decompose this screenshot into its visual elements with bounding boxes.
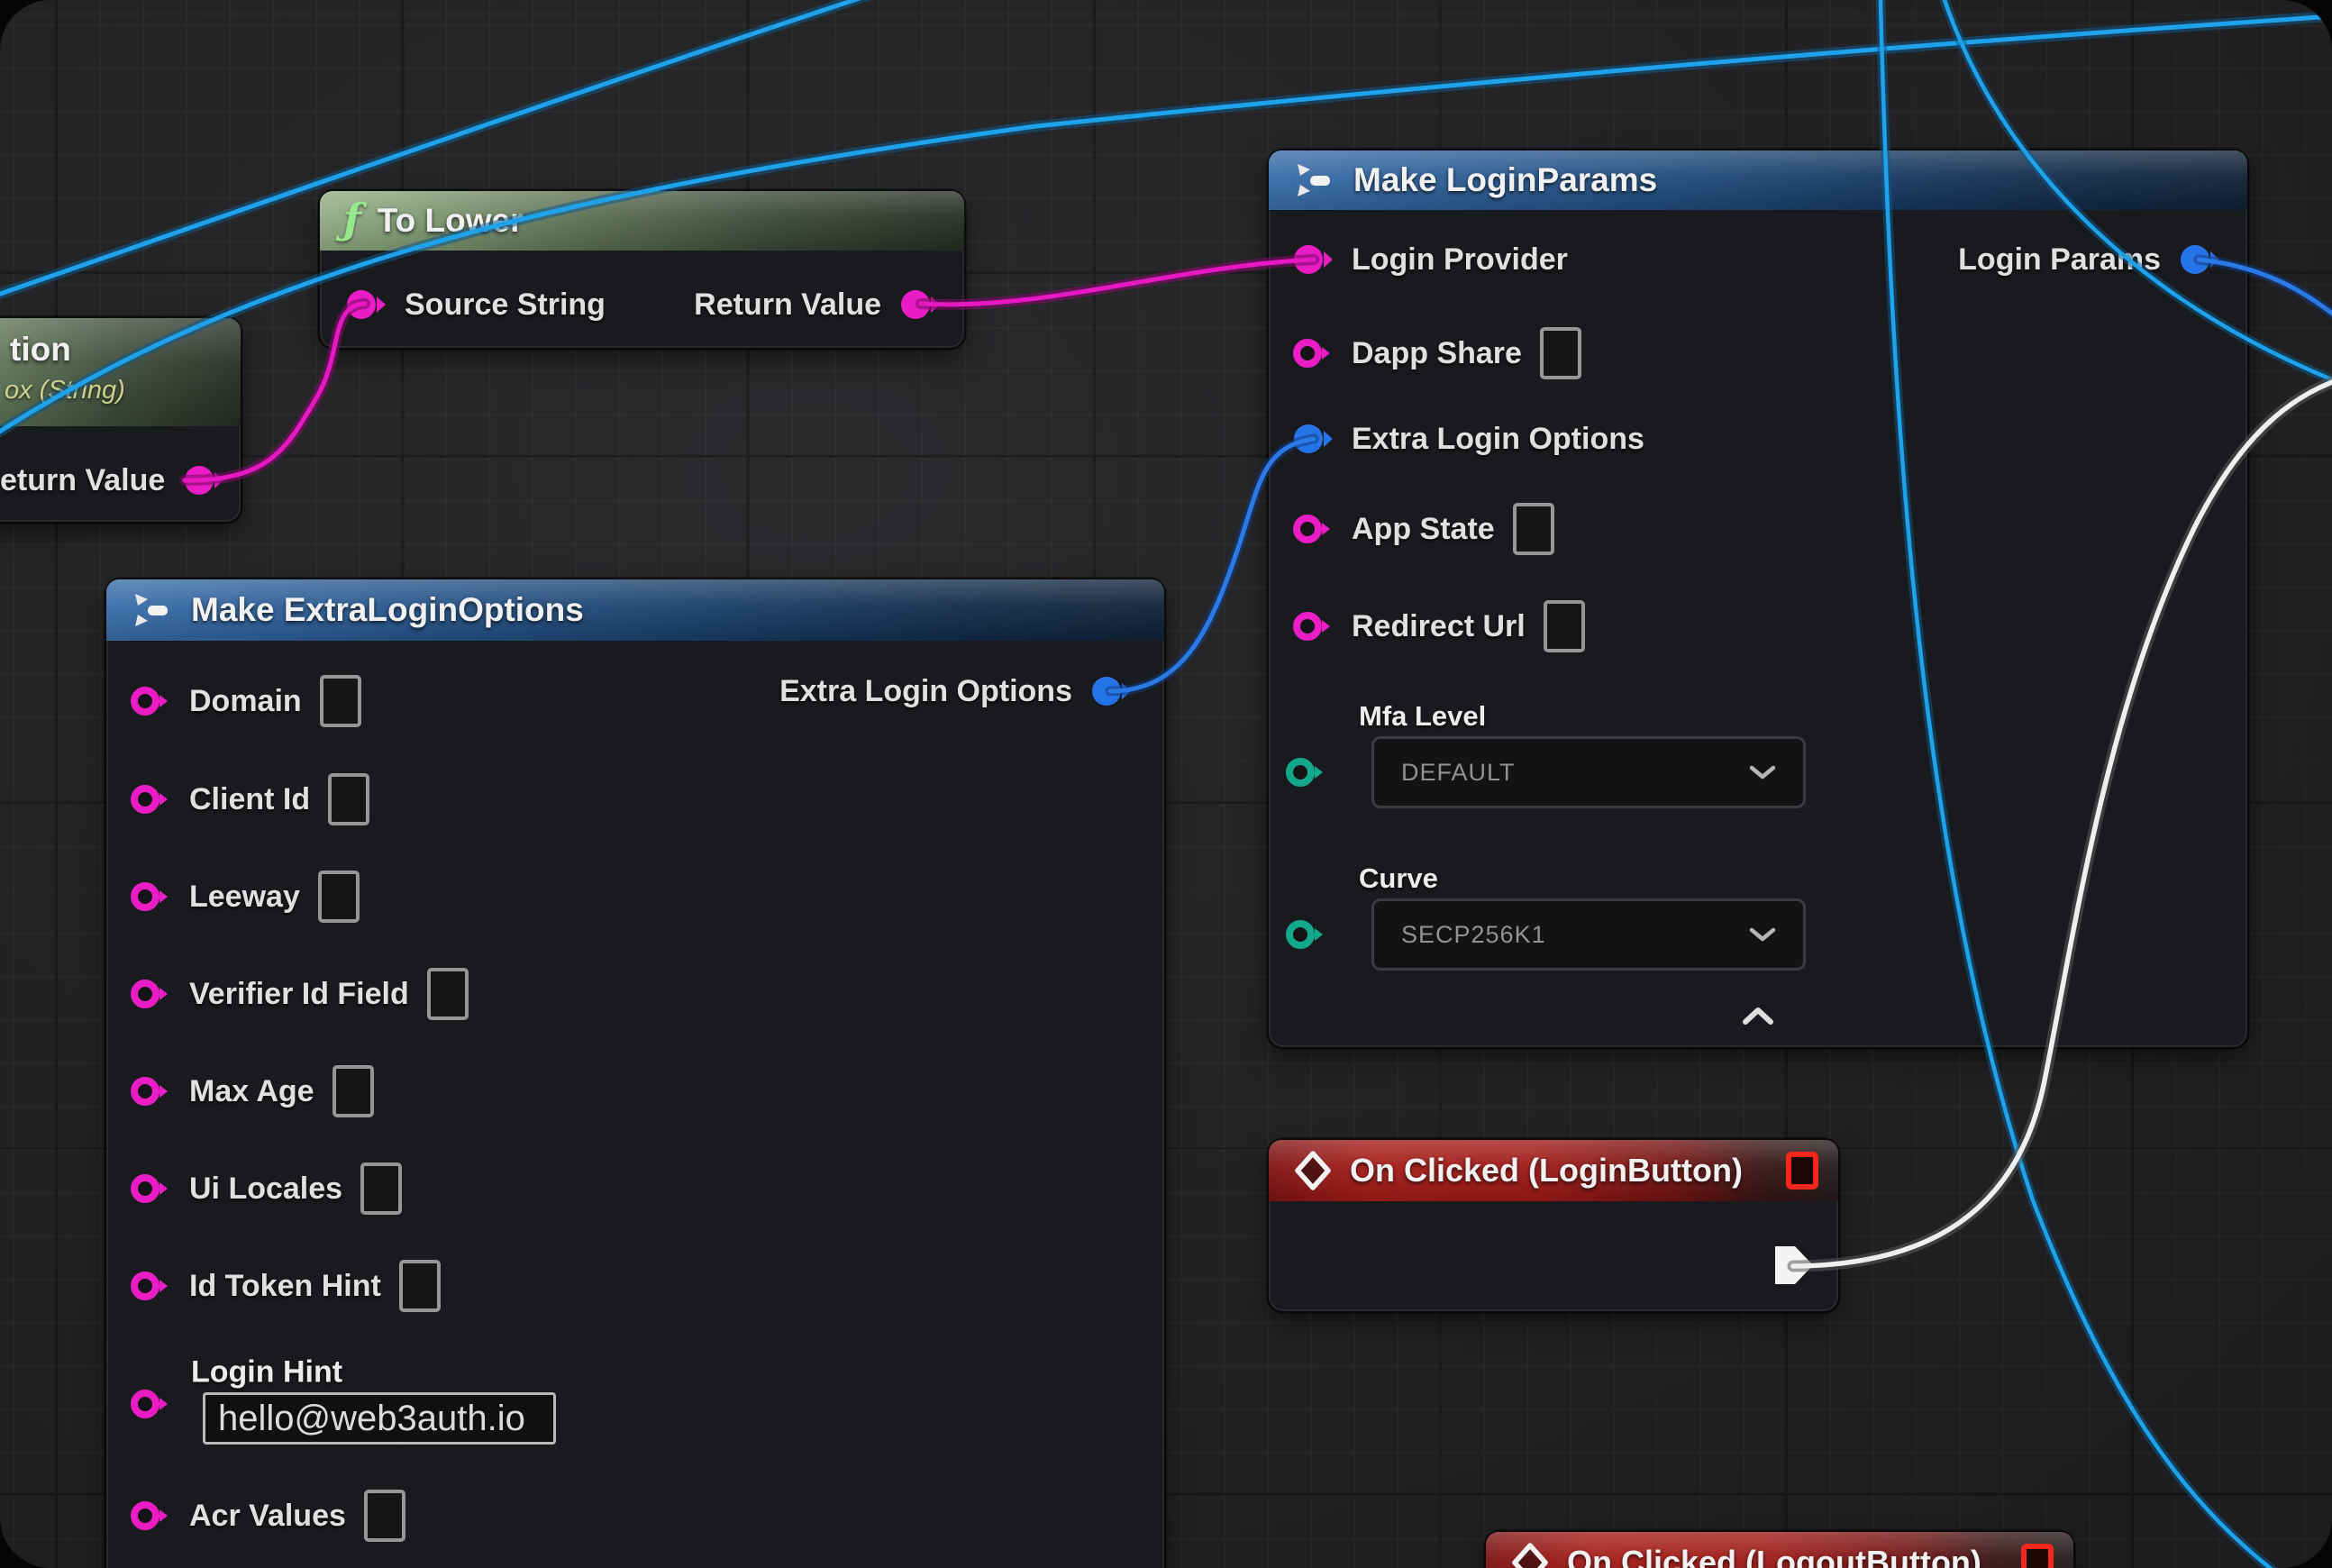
node-subtitle: ox (String) [5,376,125,406]
verifier-id-field-pin[interactable] [130,976,171,1012]
collapse-node-button[interactable] [1740,1005,1776,1031]
app-state-value-field[interactable] [1513,503,1554,555]
node-title: tion [10,331,71,369]
node-on-clicked-logout-button[interactable]: On Clicked (LogoutButton) [1486,1532,2073,1568]
extra-login-options-output-pin[interactable] [1090,673,1132,709]
chevron-down-icon [1749,926,1776,943]
redirect-url-pin[interactable] [1292,608,1334,644]
return-value-pin[interactable] [183,462,224,498]
node-make-extra-login-options-header[interactable]: Make ExtraLoginOptions [106,579,1164,641]
pin-label: Extra Login Options [1352,422,1644,457]
verifier-id-field-value-field[interactable] [427,968,469,1020]
acr-values-value-field[interactable] [364,1490,405,1542]
node-title: To Lower [378,202,524,240]
node-partial-function-header[interactable]: tion ox (String) [0,318,241,426]
event-icon [1292,1150,1334,1191]
pin-label: Dapp Share [1352,336,1522,371]
leeway-pin[interactable] [130,879,171,915]
ui-locales-pin[interactable] [130,1171,171,1207]
client-id-value-field[interactable] [328,773,369,825]
pin-label: Return Value [694,287,881,323]
domain-pin[interactable] [130,683,171,719]
mfa-level-pin[interactable] [1285,754,1326,790]
chevron-down-icon [1749,764,1776,780]
function-icon: ƒ [343,198,361,240]
node-to-lower[interactable]: ƒ To Lower Source String Return Value [320,191,964,348]
dapp-share-pin[interactable] [1292,335,1334,371]
pin-label: Verifier Id Field [189,977,409,1012]
mfa-level-dropdown[interactable]: DEFAULT [1371,736,1806,808]
node-on-clicked-login-button[interactable]: On Clicked (LoginButton) [1269,1140,1838,1311]
dapp-share-value-field[interactable] [1540,327,1581,379]
node-to-lower-header[interactable]: ƒ To Lower [320,191,964,251]
exec-output-pin[interactable] [1775,1244,1813,1286]
acr-values-pin[interactable] [130,1498,171,1534]
node-title: On Clicked (LoginButton) [1350,1152,1743,1190]
pin-label: Acr Values [189,1499,346,1534]
pin-label: Extra Login Options [779,674,1072,709]
node-title: On Clicked (LogoutButton) [1567,1544,1981,1568]
delegate-output-icon[interactable] [1786,1152,1818,1190]
max-age-value-field[interactable] [332,1065,374,1117]
event-icon [1509,1542,1551,1568]
node-on-clicked-login-button-header[interactable]: On Clicked (LoginButton) [1269,1140,1838,1201]
curve-pin[interactable] [1285,916,1326,953]
login-hint-label: Login Hint [191,1355,342,1390]
blueprint-canvas[interactable]: tion ox (String) eturn Value ƒ To Lower … [0,0,2332,1568]
redirect-url-value-field[interactable] [1544,600,1585,652]
pin-label: Login Params [1958,242,2161,278]
pin-label: eturn Value [0,463,165,498]
login-provider-pin[interactable] [1292,242,1334,278]
pin-label: Login Provider [1352,242,1568,278]
pin-label: Ui Locales [189,1171,342,1207]
pin-label: App State [1352,512,1495,547]
extra-login-options-input-pin[interactable] [1292,421,1334,457]
login-params-output-pin[interactable] [2179,242,2220,278]
mfa-level-label: Mfa Level [1359,700,1486,733]
id-token-hint-pin[interactable] [130,1268,171,1304]
pin-label: Domain [189,684,302,719]
id-token-hint-value-field[interactable] [399,1260,441,1312]
pin-label: Redirect Url [1352,609,1526,644]
curve-value: SECP256K1 [1401,921,1546,949]
mfa-level-value: DEFAULT [1401,759,1516,787]
node-partial-function[interactable]: tion ox (String) eturn Value [0,318,241,522]
make-struct-icon [1292,160,1337,200]
pin-label: Leeway [189,880,300,915]
return-value-pin[interactable] [899,287,941,323]
login-hint-pin[interactable] [130,1386,171,1422]
pin-label: Source String [405,287,606,323]
max-age-pin[interactable] [130,1073,171,1109]
pin-label: Client Id [189,782,310,817]
node-title: Make LoginParams [1353,161,1657,199]
node-make-login-params-header[interactable]: Make LoginParams [1269,150,2247,210]
node-make-extra-login-options[interactable]: Make ExtraLoginOptions Extra Login Optio… [106,579,1164,1568]
source-string-pin[interactable] [345,287,387,323]
app-state-pin[interactable] [1292,511,1334,547]
curve-dropdown[interactable]: SECP256K1 [1371,898,1806,971]
node-on-clicked-logout-button-header[interactable]: On Clicked (LogoutButton) [1486,1532,2073,1568]
leeway-value-field[interactable] [318,871,360,923]
make-struct-icon [130,590,175,630]
ui-locales-value-field[interactable] [360,1162,402,1215]
pin-label: Id Token Hint [189,1269,381,1304]
node-make-login-params[interactable]: Make LoginParams Login Provider Login Pa… [1269,150,2247,1047]
domain-value-field[interactable] [320,675,361,727]
client-id-pin[interactable] [130,781,171,817]
node-title: Make ExtraLoginOptions [191,591,584,629]
pin-label: Max Age [189,1074,314,1109]
login-hint-value-field[interactable] [203,1392,556,1445]
delegate-output-icon[interactable] [2021,1544,2054,1568]
curve-label: Curve [1359,862,1438,895]
